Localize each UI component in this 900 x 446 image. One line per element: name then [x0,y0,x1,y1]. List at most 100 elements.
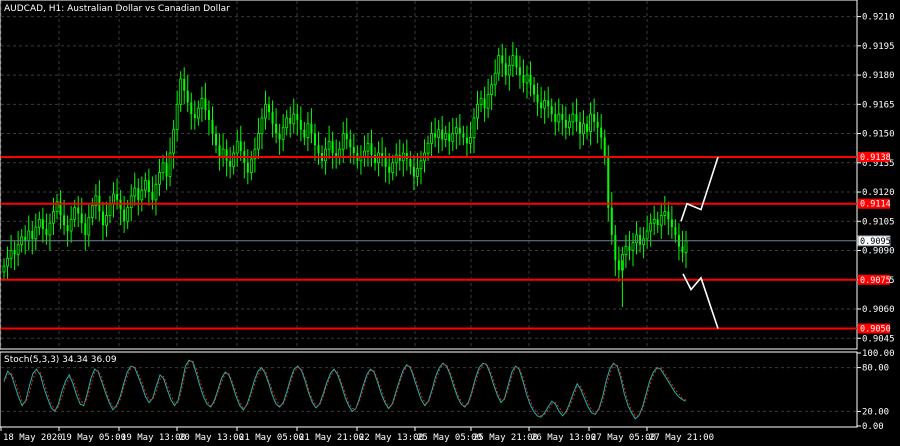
level-label: 0.9050 [860,325,891,335]
candle-body [444,133,448,140]
candle-body [522,75,525,83]
candle-body [275,123,278,134]
candle-body [69,218,73,232]
candle-body [246,162,249,173]
candle-body [366,142,370,152]
candle-body [165,162,168,177]
candle-body [285,117,289,129]
candle-body [129,195,133,209]
candle-body [483,98,486,109]
candle-body [260,117,264,134]
candle-body [518,67,521,76]
candle-body [186,90,189,103]
candle-body [684,240,688,253]
candle-body [179,78,183,105]
price-tick-label: 0.9090 [862,247,895,257]
bid-label: 0.9095 [860,237,891,247]
candle-body [289,117,292,124]
candle-body [645,230,649,240]
candle-body [324,148,327,162]
candle-body [338,148,342,158]
candle-body [2,265,6,273]
candle-body [426,142,430,154]
candle-body [589,113,592,133]
candle-body [582,123,585,134]
candle-body [101,211,104,226]
candle-body [624,246,628,255]
candle-body [133,187,137,197]
candle-body [663,211,667,216]
candle-body [172,129,176,154]
candle-body [437,129,441,138]
candle-body [543,100,547,109]
candle-body [183,78,186,91]
price-tick-label: 0.9180 [862,71,895,81]
candle-body [462,133,465,138]
candle-body [147,180,150,193]
candle-body [34,226,38,240]
candle-body [196,107,200,119]
candle-body [239,141,242,152]
candle-body [225,149,228,161]
candle-body [578,121,581,134]
candle-body [108,203,112,216]
candle-body [617,260,620,271]
candle-body [454,127,458,134]
candle-body [281,127,285,140]
candle-body [218,145,221,157]
candle-body [249,158,253,173]
candle-body [472,117,476,138]
candle-body [469,137,472,144]
candle-body [567,121,571,129]
candle-body [296,114,299,120]
candle-body [221,148,225,158]
time-label: 21 May 05:00 [239,433,304,443]
candle-body [158,172,161,185]
level-label: 0.9075 [860,276,891,286]
price-tick-label: 0.9210 [862,13,895,23]
time-label: 27 May 05:00 [591,433,656,443]
candle-body [63,215,66,226]
stoch-tick-label: 100.00 [862,349,895,359]
candle-body [476,103,479,119]
candle-body [540,102,543,109]
candle-body [465,137,468,144]
candle-body [388,166,391,173]
candle-body [140,189,144,201]
candle-body [327,140,331,150]
candle-body [41,219,44,230]
candle-body [409,158,412,167]
candle-body [80,213,83,224]
candle-body [310,123,313,134]
candle-body [193,114,196,118]
price-tick-label: 0.9105 [862,217,895,227]
candle-body [670,219,673,228]
candle-body [547,100,550,107]
candle-body [412,166,415,177]
time-axis: 18 May 202019 May 05:0019 May 13:0020 Ma… [0,427,714,443]
candle-body [525,74,529,84]
candle-body [313,133,316,146]
stoch-title: Stoch(5,3,3) 34.34 36.09 [4,355,117,365]
candle-body [667,211,670,220]
time-label: 26 May 13:00 [531,433,596,443]
candle-body [501,55,504,64]
candle-body [448,133,451,142]
candle-body [419,160,423,170]
candle-body [211,119,214,134]
stoch-frame [0,351,858,428]
candle-body [27,230,31,242]
candle-body [642,238,645,246]
candle-body [207,110,210,120]
candle-body [9,250,13,259]
candle-body [200,98,204,109]
candle-body [451,133,455,142]
candle-body [90,205,94,218]
candle-body [306,123,310,138]
candle-body [554,114,557,122]
candle-body [391,162,395,173]
candle-body [204,98,207,111]
candle-body [610,207,613,235]
candle-body [550,106,553,115]
candle-body [345,133,348,140]
